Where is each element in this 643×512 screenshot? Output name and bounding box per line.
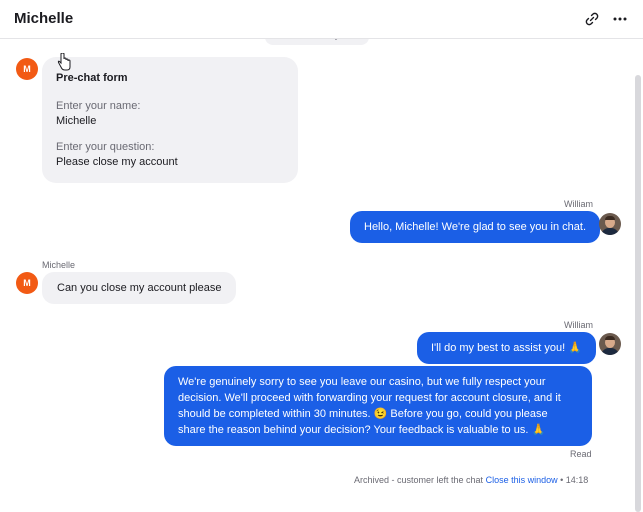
prechat-name-answer: Michelle	[56, 115, 97, 127]
chat-scrollbar[interactable]	[635, 75, 641, 512]
prechat-question-answer: Please close my account	[56, 156, 178, 168]
link-icon[interactable]	[584, 11, 600, 27]
customer-message-bubble: Can you close my account please	[42, 272, 237, 304]
archived-text: Archived - customer left the chat	[354, 475, 484, 485]
prechat-form-card: Pre-chat form Enter your name: Michelle …	[42, 57, 298, 183]
agent-message-bubble: We're genuinely sorry to see you leave o…	[164, 366, 592, 446]
agent-avatar	[599, 213, 621, 235]
archived-notice: Archived - customer left the chat Close …	[354, 475, 588, 485]
more-horizontal-icon[interactable]	[612, 11, 628, 27]
prechat-question-label: Enter your question:	[56, 141, 155, 153]
prechat-form-title: Pre-chat form	[56, 72, 128, 84]
agent-message-bubble: I'll do my best to assist you! 🙏	[417, 332, 596, 364]
customer-avatar: M	[16, 272, 38, 294]
message-sender: William	[564, 320, 593, 330]
agent-message-bubble: Hello, Michelle! We're glad to see you i…	[350, 211, 601, 243]
read-status: Read	[570, 449, 592, 459]
customer-avatar: M	[16, 58, 38, 80]
prechat-name-question: Enter your name:	[56, 100, 141, 112]
close-window-link[interactable]: Close this window	[486, 475, 558, 485]
agent-avatar	[599, 333, 621, 355]
message-sender: Michelle	[42, 260, 76, 270]
archived-time: • 14:18	[560, 475, 589, 485]
chat-header: Michelle	[0, 0, 643, 39]
message-sender: William	[564, 199, 593, 209]
hand-cursor-icon	[57, 53, 71, 71]
chat-title: Michelle	[14, 10, 74, 27]
